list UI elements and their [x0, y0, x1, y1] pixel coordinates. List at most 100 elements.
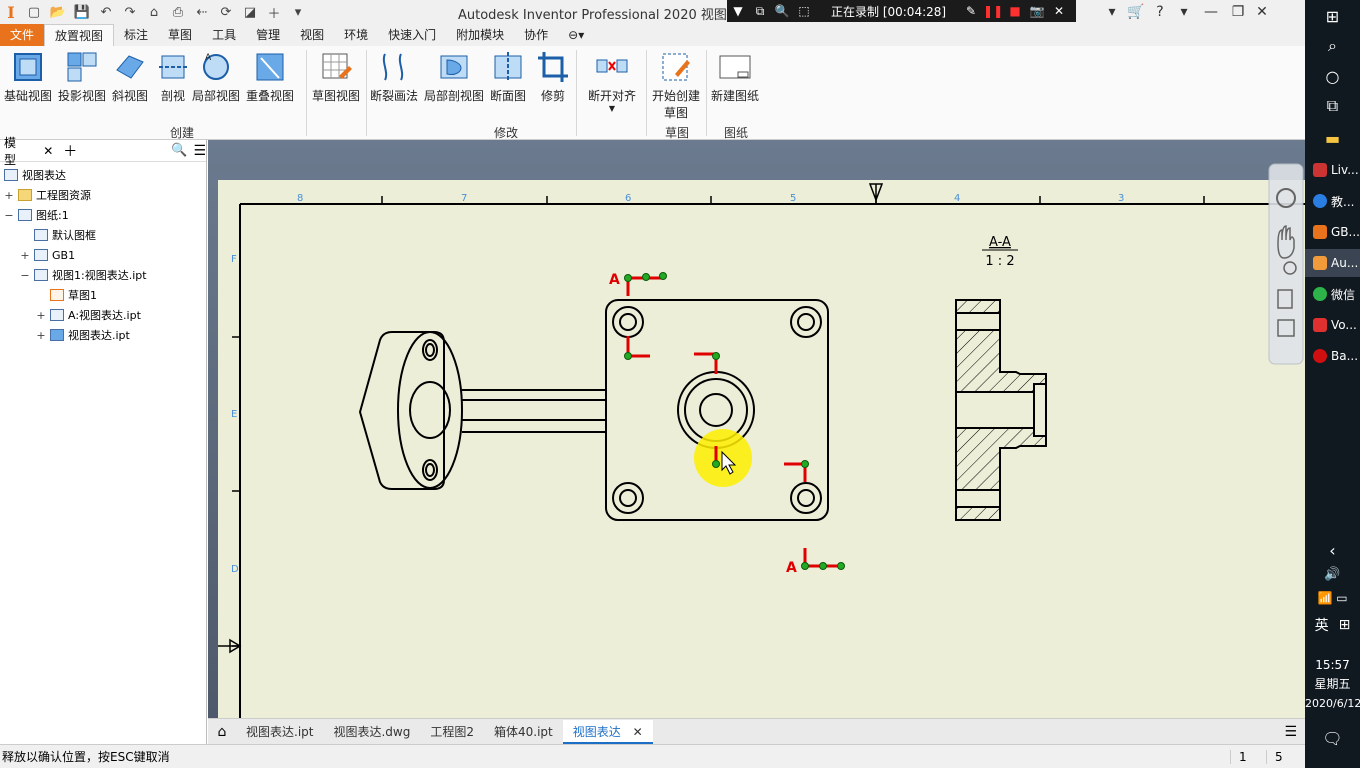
tree-item-sketch1[interactable]: 草图1 — [50, 285, 97, 305]
chevron-down-icon[interactable]: ▼ — [609, 104, 615, 113]
search-icon[interactable]: 🔍 — [171, 143, 187, 158]
doc-tab-active[interactable]: 视图表达 ✕ — [562, 719, 653, 744]
doc-tab[interactable]: 视图表达.dwg — [323, 720, 420, 744]
tree-item-part[interactable]: + 视图表达.ipt — [36, 325, 129, 345]
tab-manage[interactable]: 管理 — [246, 24, 290, 46]
crop-button[interactable]: 修剪 — [536, 50, 570, 104]
select-icon[interactable]: ⇠ — [193, 3, 211, 21]
expand-icon[interactable]: + — [20, 249, 30, 262]
windows-start-icon[interactable]: ⊞ — [1305, 2, 1360, 30]
taskbar-app-inventor[interactable]: Au... — [1305, 249, 1360, 277]
close-window-icon[interactable]: ✕ — [1250, 4, 1274, 20]
home-icon[interactable]: ⌂ — [145, 3, 163, 21]
tree-item-title-block[interactable]: + GB1 — [20, 245, 75, 265]
graphics-window[interactable]: 8 7 6 5 4 3 F E D A A A-A 1: 2 — [208, 140, 1305, 718]
taskbar-app[interactable]: GB... — [1305, 218, 1360, 246]
collapse-icon[interactable]: − — [4, 209, 14, 222]
update-icon[interactable]: ⟳ — [217, 3, 235, 21]
add-icon[interactable]: ＋ — [265, 3, 283, 22]
recording-menu-icon[interactable]: ▼ — [727, 4, 749, 18]
overlay-view-button[interactable]: 重叠视图 — [246, 50, 294, 104]
recording-region-icon[interactable]: ⬚ — [793, 4, 815, 18]
collapse-icon[interactable]: − — [20, 269, 30, 282]
tab-get-started[interactable]: 快速入门 — [378, 24, 446, 46]
close-icon[interactable]: ✕ — [43, 144, 53, 158]
print-icon[interactable]: ⎙ — [169, 3, 187, 21]
drawing-canvas[interactable]: 8 7 6 5 4 3 F E D A A A-A 1: 2 — [208, 140, 1305, 718]
dropdown-icon[interactable]: ▾ — [1100, 4, 1124, 20]
undo-icon[interactable]: ↶ — [97, 3, 115, 21]
break-alignment-button[interactable]: 断开对齐 ▼ — [588, 50, 636, 113]
break-out-button[interactable]: 局部剖视图 — [424, 50, 484, 104]
tab-collaborate[interactable]: 协作 — [514, 24, 558, 46]
tab-annotate[interactable]: 标注 — [114, 24, 158, 46]
taskbar-app[interactable]: Liv... — [1305, 156, 1360, 184]
tree-item-drawing-resources[interactable]: + 工程图资源 — [4, 185, 91, 205]
expand-icon[interactable]: + — [36, 309, 46, 322]
new-sheet-button[interactable]: 新建图纸 — [711, 50, 759, 104]
break-button[interactable]: 断裂画法 — [370, 50, 418, 104]
input-method[interactable]: 英 ⊞ — [1305, 611, 1360, 639]
base-view-button[interactable]: 基础视图 — [4, 50, 52, 104]
auxiliary-view-button[interactable]: 斜视图 — [112, 50, 148, 104]
system-clock[interactable]: 15:57 星期五 2020/6/12 — [1305, 656, 1360, 713]
tab-tools[interactable]: 工具 — [202, 24, 246, 46]
search-icon[interactable]: ⌕ — [1305, 32, 1360, 60]
notification-icon[interactable]: 🗨 — [1305, 724, 1360, 752]
tab-add-ins[interactable]: 附加模块 — [446, 24, 514, 46]
recording-zoom-icon[interactable]: 🔍 — [771, 4, 793, 18]
pen-icon[interactable]: ✎ — [960, 4, 982, 18]
tree-item-default-border[interactable]: 默认图框 — [34, 225, 96, 245]
taskbar-app[interactable]: Vo... — [1305, 311, 1360, 339]
taskbar-app[interactable]: Ba... — [1305, 342, 1360, 370]
close-recording-icon[interactable]: ✕ — [1048, 4, 1070, 18]
doc-tab[interactable]: 箱体40.ipt — [484, 720, 563, 744]
expand-icon[interactable]: + — [36, 329, 46, 342]
inventor-logo[interactable]: I — [0, 0, 22, 24]
close-tab-icon[interactable]: ✕ — [633, 725, 643, 739]
add-tab-icon[interactable]: ＋ — [63, 141, 77, 161]
pause-icon[interactable]: ❚❚ — [982, 4, 1004, 18]
projected-view-button[interactable]: 投影视图 — [58, 50, 106, 104]
tree-root[interactable]: 视图表达 — [4, 165, 66, 185]
recording-window-icon[interactable]: ⧉ — [749, 4, 771, 19]
material-icon[interactable]: ◪ — [241, 3, 259, 21]
save-icon[interactable]: 💾 — [73, 3, 91, 21]
ribbon-options-icon[interactable]: ⊖▾ — [558, 24, 594, 46]
customize-dropdown-icon[interactable]: ▾ — [289, 3, 307, 21]
redo-icon[interactable]: ↷ — [121, 3, 139, 21]
menu-icon[interactable]: ☰ — [193, 143, 206, 159]
new-file-icon[interactable]: ▢ — [25, 3, 43, 21]
doc-tab[interactable]: 工程图2 — [420, 720, 484, 744]
tree-item-section-view[interactable]: + A:视图表达.ipt — [36, 305, 141, 325]
cart-icon[interactable]: 🛒 — [1124, 4, 1148, 20]
minimize-icon[interactable]: — — [1196, 4, 1226, 20]
start-sketch-button[interactable]: 开始创建 草图 — [652, 50, 700, 121]
open-file-icon[interactable]: 📂 — [49, 3, 67, 21]
browser-tab-model[interactable]: 模型 — [4, 134, 23, 168]
slice-button[interactable]: 断面图 — [490, 50, 526, 104]
task-view-icon[interactable]: ⧉ — [1305, 92, 1360, 120]
expand-icon[interactable]: + — [4, 189, 14, 202]
taskbar-app[interactable]: 教... — [1305, 187, 1360, 215]
detail-view-button[interactable]: A 局部视图 — [192, 50, 240, 104]
tab-sketch[interactable]: 草图 — [158, 24, 202, 46]
tab-menu-icon[interactable]: ☰ — [1284, 724, 1297, 740]
file-explorer-icon[interactable]: ▬ — [1305, 124, 1360, 152]
network-battery-icon[interactable]: 📶 ▭ — [1305, 584, 1360, 612]
doc-tab[interactable]: 视图表达.ipt — [236, 720, 323, 744]
camera-icon[interactable]: 📷 — [1026, 4, 1048, 18]
taskbar-app[interactable]: 微信 — [1305, 280, 1360, 308]
tab-view[interactable]: 视图 — [290, 24, 334, 46]
tab-file[interactable]: 文件 — [0, 24, 45, 46]
tree-item-view1[interactable]: − 视图1:视图表达.ipt — [20, 265, 146, 285]
section-view-button[interactable]: 剖视 — [156, 50, 190, 104]
sketch-view-button[interactable]: 草图视图 — [312, 50, 360, 104]
stop-icon[interactable]: ■ — [1004, 4, 1026, 18]
tree-item-sheet[interactable]: − 图纸:1 — [4, 205, 68, 225]
help-dropdown-icon[interactable]: ▾ — [1172, 4, 1196, 20]
tab-place-views[interactable]: 放置视图 — [44, 24, 115, 46]
home-tab-icon[interactable]: ⌂ — [208, 724, 236, 740]
restore-icon[interactable]: ❐ — [1226, 4, 1250, 20]
cortana-icon[interactable]: ○ — [1305, 62, 1360, 90]
